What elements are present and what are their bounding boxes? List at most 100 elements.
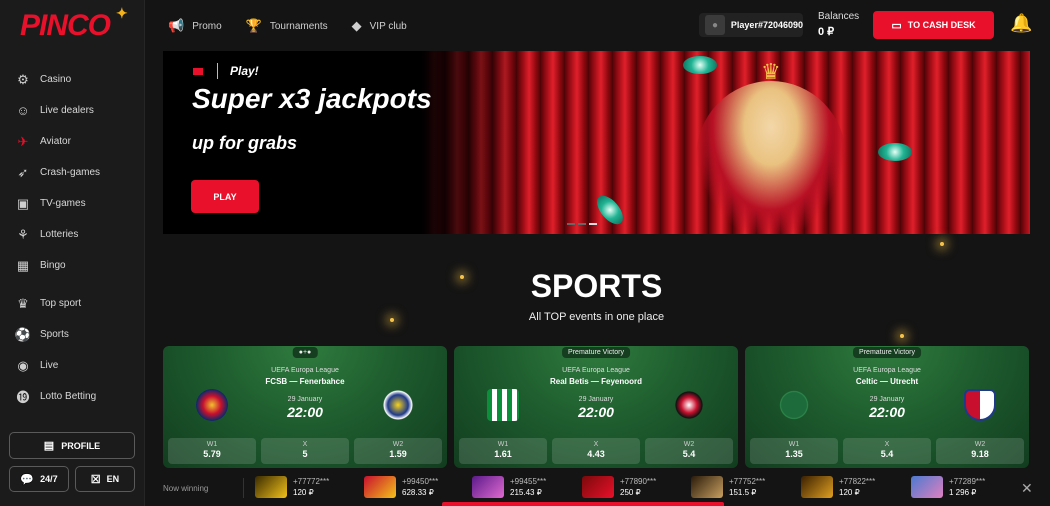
sidebar-item-label: Lotteries <box>40 229 79 240</box>
sidebar-item-aviator[interactable]: ✈ Aviator <box>0 126 145 157</box>
sidebar-item-label: Live <box>40 360 59 371</box>
odd-w2[interactable]: W2 1.59 <box>354 438 442 464</box>
player-account[interactable]: ● Player#72046090 <box>699 13 803 37</box>
language-label: EN <box>106 474 120 484</box>
megaphone-icon: 📢 <box>168 18 185 33</box>
cash-desk-label: TO CASH DESK <box>907 20 976 30</box>
winner-amount: 151.5 ₽ <box>729 488 757 497</box>
odd-w1[interactable]: W1 1.61 <box>459 438 547 464</box>
odd-label: X <box>884 441 890 448</box>
odd-label: X <box>593 441 599 448</box>
sidebar-item-label: Sports <box>40 329 69 340</box>
pinco-logo[interactable]: PINCO ✦ <box>20 5 128 43</box>
sidebar-item-top-sport[interactable]: ♛ Top sport <box>0 288 145 319</box>
language-button[interactable]: ☒ EN <box>75 466 135 492</box>
winner-item[interactable]: +77752*** 151.5 ₽ <box>691 476 765 498</box>
banner-title: Super x3 jackpots <box>192 83 432 114</box>
odd-label: W2 <box>392 441 404 448</box>
game-thumbnail <box>911 476 943 498</box>
sidebar-item-live-dealers[interactable]: ☺ Live dealers <box>0 95 145 126</box>
home-team: Celtic <box>855 377 878 386</box>
cash-desk-button[interactable]: ▭ TO CASH DESK <box>873 11 994 39</box>
winner-item[interactable]: +99450*** 628.33 ₽ <box>364 476 438 498</box>
balance-label: Balances <box>818 11 860 22</box>
sidebar-item-lotteries[interactable]: ⚘ Lotteries <box>0 219 145 250</box>
chip-icon <box>683 56 717 74</box>
tv-icon: ▣ <box>16 195 30 211</box>
match-badge: ●+● <box>292 347 318 358</box>
top-nav: 📢 Promo 🏆 Tournaments ◆ VIP club <box>168 18 431 34</box>
sidebar-item-bingo[interactable]: ▦ Bingo <box>0 250 145 281</box>
winner-amount: 628.33 ₽ <box>402 488 434 497</box>
nav-promo[interactable]: 📢 Promo <box>168 18 222 34</box>
odd-x[interactable]: X 4.43 <box>552 438 640 464</box>
nav-vip-club[interactable]: ◆ VIP club <box>352 18 407 34</box>
winner-item[interactable]: +77890*** 250 ₽ <box>582 476 656 498</box>
odd-value: 5.79 <box>203 449 221 459</box>
sidebar-item-tv-games[interactable]: ▣ TV-games <box>0 188 145 219</box>
carousel-dot[interactable] <box>578 223 586 225</box>
profile-button[interactable]: ▤ PROFILE <box>9 432 135 459</box>
ticker-label: Now winning <box>163 484 209 493</box>
nav-tournaments[interactable]: 🏆 Tournaments <box>246 18 328 34</box>
carousel-dot[interactable] <box>589 223 597 225</box>
support-button[interactable]: 💬 24/7 <box>9 466 69 492</box>
odd-value: 1.61 <box>494 449 512 459</box>
chip-icon <box>878 143 912 161</box>
banner-play-button[interactable]: PLAY <box>191 180 259 213</box>
sidebar-item-sports[interactable]: ⚽ Sports <box>0 319 145 350</box>
odd-w1[interactable]: W1 5.79 <box>168 438 256 464</box>
home-team: FCSB <box>265 377 288 386</box>
winner-item[interactable]: +77822*** 120 ₽ <box>801 476 875 498</box>
carousel-dot[interactable] <box>567 223 575 225</box>
crown-icon: ♛ <box>761 59 781 84</box>
diamond-icon: ◆ <box>351 18 362 33</box>
sidebar-item-casino[interactable]: ⚙ Casino <box>0 64 145 95</box>
odd-w1[interactable]: W1 1.35 <box>750 438 838 464</box>
trophy-icon: ♛ <box>17 295 29 311</box>
teams: FCSB — Fenerbahce <box>265 377 345 386</box>
promo-banner[interactable]: ♛ Play! Super x3 jackpots up for grabs P… <box>163 51 1030 234</box>
odd-label: W1 <box>206 441 218 448</box>
odd-w2[interactable]: W2 5.4 <box>645 438 733 464</box>
winner-item[interactable]: +77289*** 1 296 ₽ <box>911 476 985 498</box>
winner-user: +99450*** <box>402 477 439 486</box>
match-card[interactable]: ●+● UEFA Europa League FCSB — Fenerbahce… <box>163 346 447 468</box>
odd-label: X <box>302 441 308 448</box>
winner-user: +77752*** <box>729 477 766 486</box>
odd-label: W2 <box>683 441 695 448</box>
winner-item[interactable]: +77772*** 120 ₽ <box>255 476 329 498</box>
odd-x[interactable]: X5 <box>261 438 349 464</box>
sidebar-item-live[interactable]: ◉ Live <box>0 350 145 381</box>
game-thumbnail <box>255 476 287 498</box>
game-thumbnail <box>364 476 396 498</box>
odd-label: W2 <box>974 441 986 448</box>
teams: Celtic — Utrecht <box>855 377 919 386</box>
bell-icon[interactable]: 🔔 <box>1010 13 1032 34</box>
banner-subtitle: up for grabs <box>192 133 298 153</box>
winner-amount: 120 ₽ <box>293 488 314 497</box>
balance[interactable]: Balances 0 ₽ <box>818 11 859 38</box>
winner-item[interactable]: +99455*** 215.43 ₽ <box>472 476 546 498</box>
sidebar-item-lotto-betting[interactable]: ⓳ Lotto Betting <box>0 381 145 412</box>
match-card[interactable]: Premature Victory UEFA Europa League Cel… <box>745 346 1029 468</box>
sidebar-item-label: Top sport <box>40 298 82 309</box>
bingo-icon: ▦ <box>16 257 30 273</box>
feyenoord-logo-icon <box>673 389 705 421</box>
plane-icon: ✈ <box>17 133 29 149</box>
lottery-icon: ⚘ <box>17 226 29 242</box>
close-icon[interactable]: ✕ <box>1021 480 1033 497</box>
odd-value: 9.18 <box>971 449 989 459</box>
divider <box>243 478 244 498</box>
away-team: Utrecht <box>890 377 919 386</box>
odd-x[interactable]: X 5.4 <box>843 438 931 464</box>
winner-amount: 120 ₽ <box>839 488 860 497</box>
winner-amount: 1 296 ₽ <box>949 488 977 497</box>
odd-w2[interactable]: W2 9.18 <box>936 438 1024 464</box>
game-thumbnail <box>582 476 614 498</box>
sidebar-item-crash-games[interactable]: ➶ Crash-games <box>0 157 145 188</box>
teams: Real Betis — Feyenoord <box>549 377 643 386</box>
match-card[interactable]: Premature Victory UEFA Europa League Rea… <box>454 346 738 468</box>
live-icon: ◉ <box>17 357 29 373</box>
trophy-icon: 🏆 <box>245 18 262 33</box>
